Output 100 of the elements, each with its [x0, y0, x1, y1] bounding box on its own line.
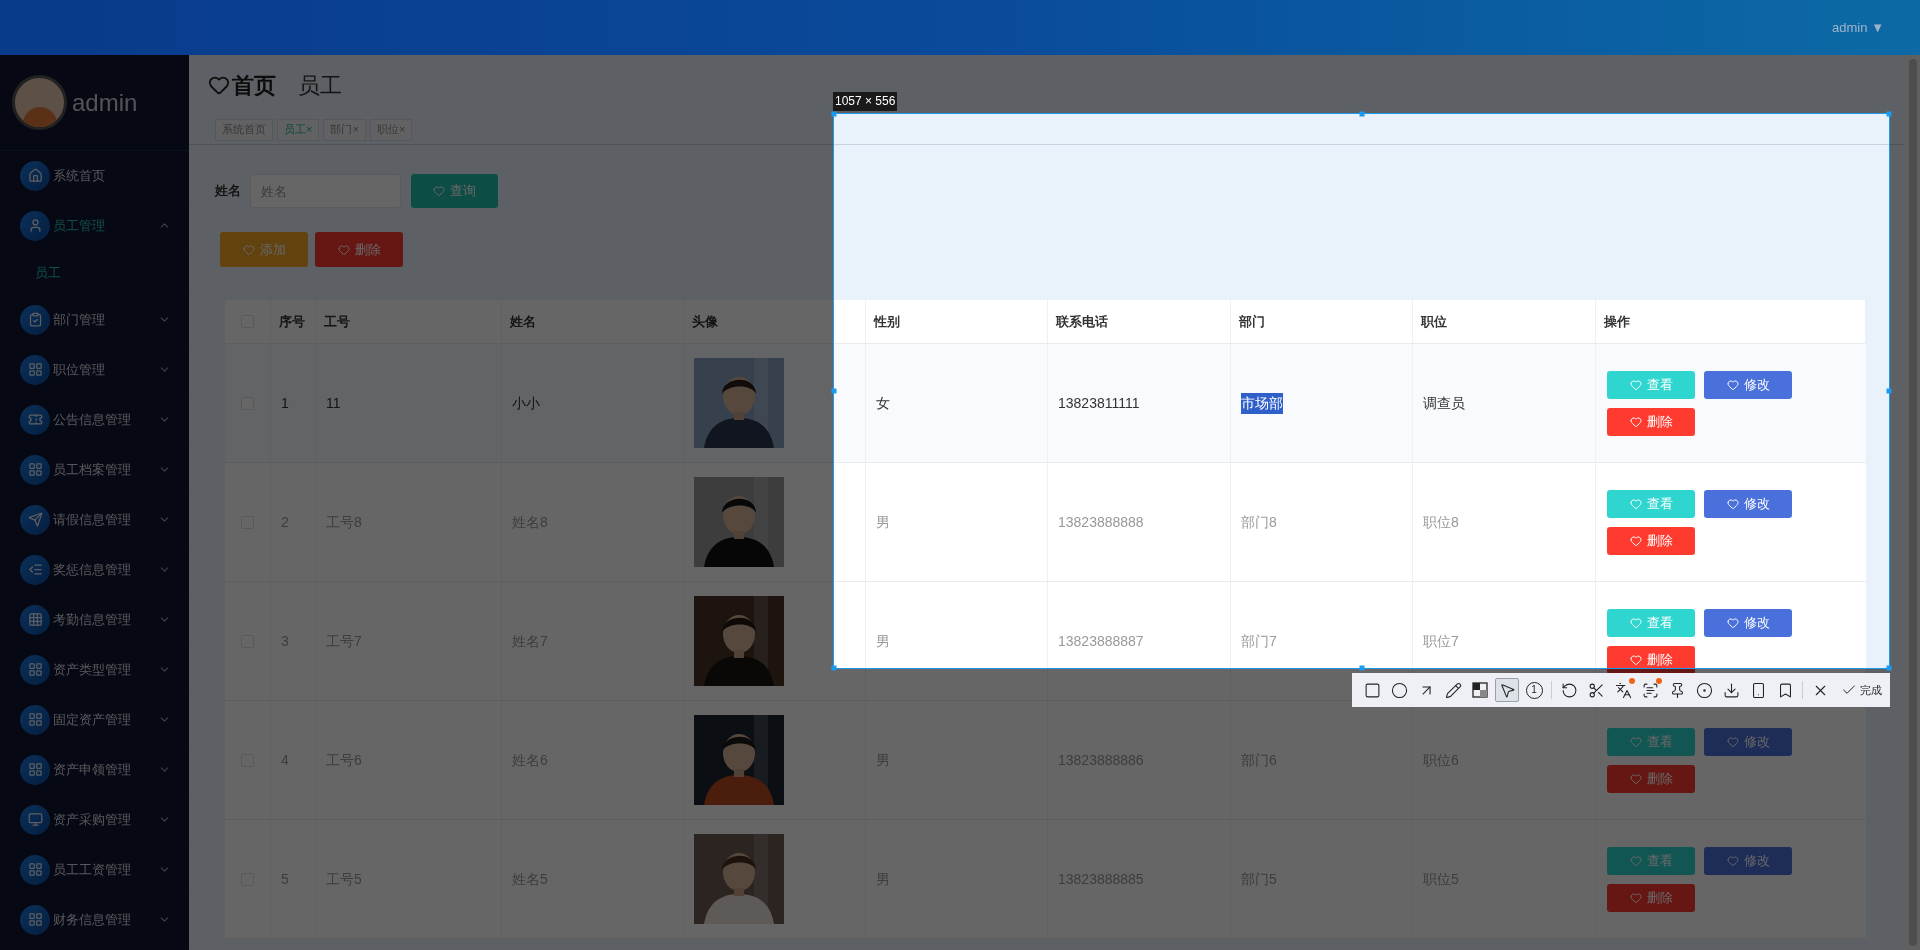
view-button[interactable]: 查看	[1607, 727, 1695, 756]
table-cell-text: 调查员	[1423, 393, 1465, 413]
heart-icon	[1726, 616, 1739, 629]
heart-icon	[1629, 772, 1642, 785]
sidebar-item[interactable]: 请假信息管理	[0, 495, 189, 545]
table-row[interactable]: 1 11 小小 女 13823811111 市场部 调查员 查看 修改 删除	[225, 344, 1866, 463]
table-cell-text: 13823888888	[1058, 512, 1144, 532]
sidebar-item[interactable]: 系统首页	[0, 151, 189, 201]
delete-button[interactable]: 删除	[1607, 764, 1695, 793]
column-header: 头像	[692, 312, 718, 331]
view-button[interactable]: 查看	[1607, 489, 1695, 518]
sidebar-item[interactable]: 员工档案管理	[0, 445, 189, 495]
edit-button[interactable]: 修改	[1704, 608, 1792, 637]
edit-button[interactable]: 修改	[1704, 727, 1792, 756]
record-icon	[1695, 681, 1713, 699]
sidebar-item[interactable]: 资产申领管理	[0, 745, 189, 795]
heart-icon	[1629, 415, 1642, 428]
table-cell-text: 部门7	[1241, 631, 1277, 651]
delete-button[interactable]: 删除	[315, 232, 403, 267]
clipboard-icon	[20, 304, 50, 335]
column-header: 部门	[1239, 312, 1265, 331]
view-button[interactable]: 查看	[1607, 608, 1695, 637]
delete-button[interactable]: 删除	[1607, 645, 1695, 674]
delete-button[interactable]: 删除	[1607, 407, 1695, 436]
column-header: 序号	[279, 312, 305, 331]
field-label: 姓名	[215, 182, 241, 201]
ticket-icon	[20, 404, 50, 435]
resize-handle[interactable]	[1886, 665, 1892, 671]
sidebar-item[interactable]: 资产类型管理	[0, 645, 189, 695]
grid-icon	[20, 904, 50, 935]
heart-icon	[208, 74, 230, 96]
heart-icon	[1629, 735, 1642, 748]
scissors-icon	[1587, 681, 1605, 699]
sidebar-item[interactable]: 考勤信息管理	[0, 595, 189, 645]
resize-handle[interactable]	[1359, 665, 1364, 671]
heart-icon	[1629, 854, 1642, 867]
column-header: 性别	[874, 312, 900, 331]
scrollbar[interactable]	[1905, 55, 1920, 950]
edit-button[interactable]: 修改	[1704, 370, 1792, 399]
paper-plane-icon	[20, 504, 50, 535]
sidebar-item[interactable]: 固定资产管理	[0, 695, 189, 745]
column-header: 联系电话	[1056, 312, 1108, 331]
sidebar-item[interactable]: 资产采购管理	[0, 795, 189, 845]
heart-icon	[1629, 616, 1642, 629]
breadcrumb-home[interactable]: 首页	[208, 68, 276, 102]
view-button[interactable]: 查看	[1607, 370, 1695, 399]
table-cell-text: 职位7	[1423, 631, 1459, 651]
sidebar-item[interactable]: 财务信息管理	[0, 895, 189, 945]
table-cell: 市场部	[1241, 392, 1283, 414]
column-header: 职位	[1421, 312, 1447, 331]
size-label: 1057 × 556	[833, 92, 898, 111]
column-header: 操作	[1604, 312, 1630, 331]
heart-icon	[337, 243, 350, 256]
edit-button[interactable]: 修改	[1704, 846, 1792, 875]
translate-icon	[1614, 681, 1632, 699]
sidebar-item[interactable]: 奖惩信息管理	[0, 545, 189, 595]
toolbar-button[interactable]	[1495, 678, 1519, 702]
table-cell-text: 男	[876, 631, 890, 651]
edit-button[interactable]: 修改	[1704, 489, 1792, 518]
sidebar-item[interactable]: 部门管理	[0, 295, 189, 345]
table-cell-text: 11	[326, 393, 341, 413]
monitor-icon	[20, 804, 50, 835]
mosaic-icon	[1472, 682, 1488, 698]
resize-handle[interactable]	[831, 111, 837, 117]
grid-icon	[20, 604, 50, 635]
pencil-icon	[1444, 681, 1462, 699]
resize-handle[interactable]	[1886, 111, 1892, 117]
heart-icon	[1629, 534, 1642, 547]
view-button[interactable]: 查看	[1607, 846, 1695, 875]
grid-icon	[20, 854, 50, 885]
resize-handle[interactable]	[831, 388, 837, 394]
heart-icon	[1629, 891, 1642, 904]
user-menu[interactable]: admin ▼	[1832, 17, 1884, 38]
add-button[interactable]: 添加	[220, 232, 308, 267]
delete-button[interactable]: 删除	[1607, 883, 1695, 912]
download-icon	[1722, 681, 1740, 699]
capture-frame[interactable]	[833, 113, 1890, 669]
sidebar-item[interactable]: 职位管理	[0, 345, 189, 395]
home-icon	[20, 160, 50, 191]
sidebar-item[interactable]: 员工工资管理	[0, 845, 189, 895]
heart-icon	[1629, 653, 1642, 666]
resize-handle[interactable]	[831, 665, 837, 671]
table-cell-text: 男	[876, 512, 890, 532]
page-tab[interactable]: 员工×	[277, 118, 320, 141]
grid-icon	[20, 704, 50, 735]
username: admin	[72, 87, 138, 118]
grid-icon	[20, 454, 50, 485]
delete-button[interactable]: 删除	[1607, 526, 1695, 555]
grid-icon	[20, 754, 50, 785]
sidebar-item[interactable]: 公告信息管理	[0, 395, 189, 445]
breadcrumb-current: 员工	[298, 71, 342, 100]
column-header: 姓名	[510, 312, 536, 331]
search-button[interactable]: 查询	[411, 174, 498, 208]
resize-handle[interactable]	[1886, 388, 1892, 394]
rectangle-icon	[1363, 681, 1381, 699]
heart-icon	[1629, 378, 1642, 391]
table-cell-text: 13823811111	[1058, 393, 1140, 413]
table-cell-text: 1	[281, 393, 289, 413]
resize-handle[interactable]	[1359, 111, 1364, 117]
user-icon	[20, 210, 50, 241]
